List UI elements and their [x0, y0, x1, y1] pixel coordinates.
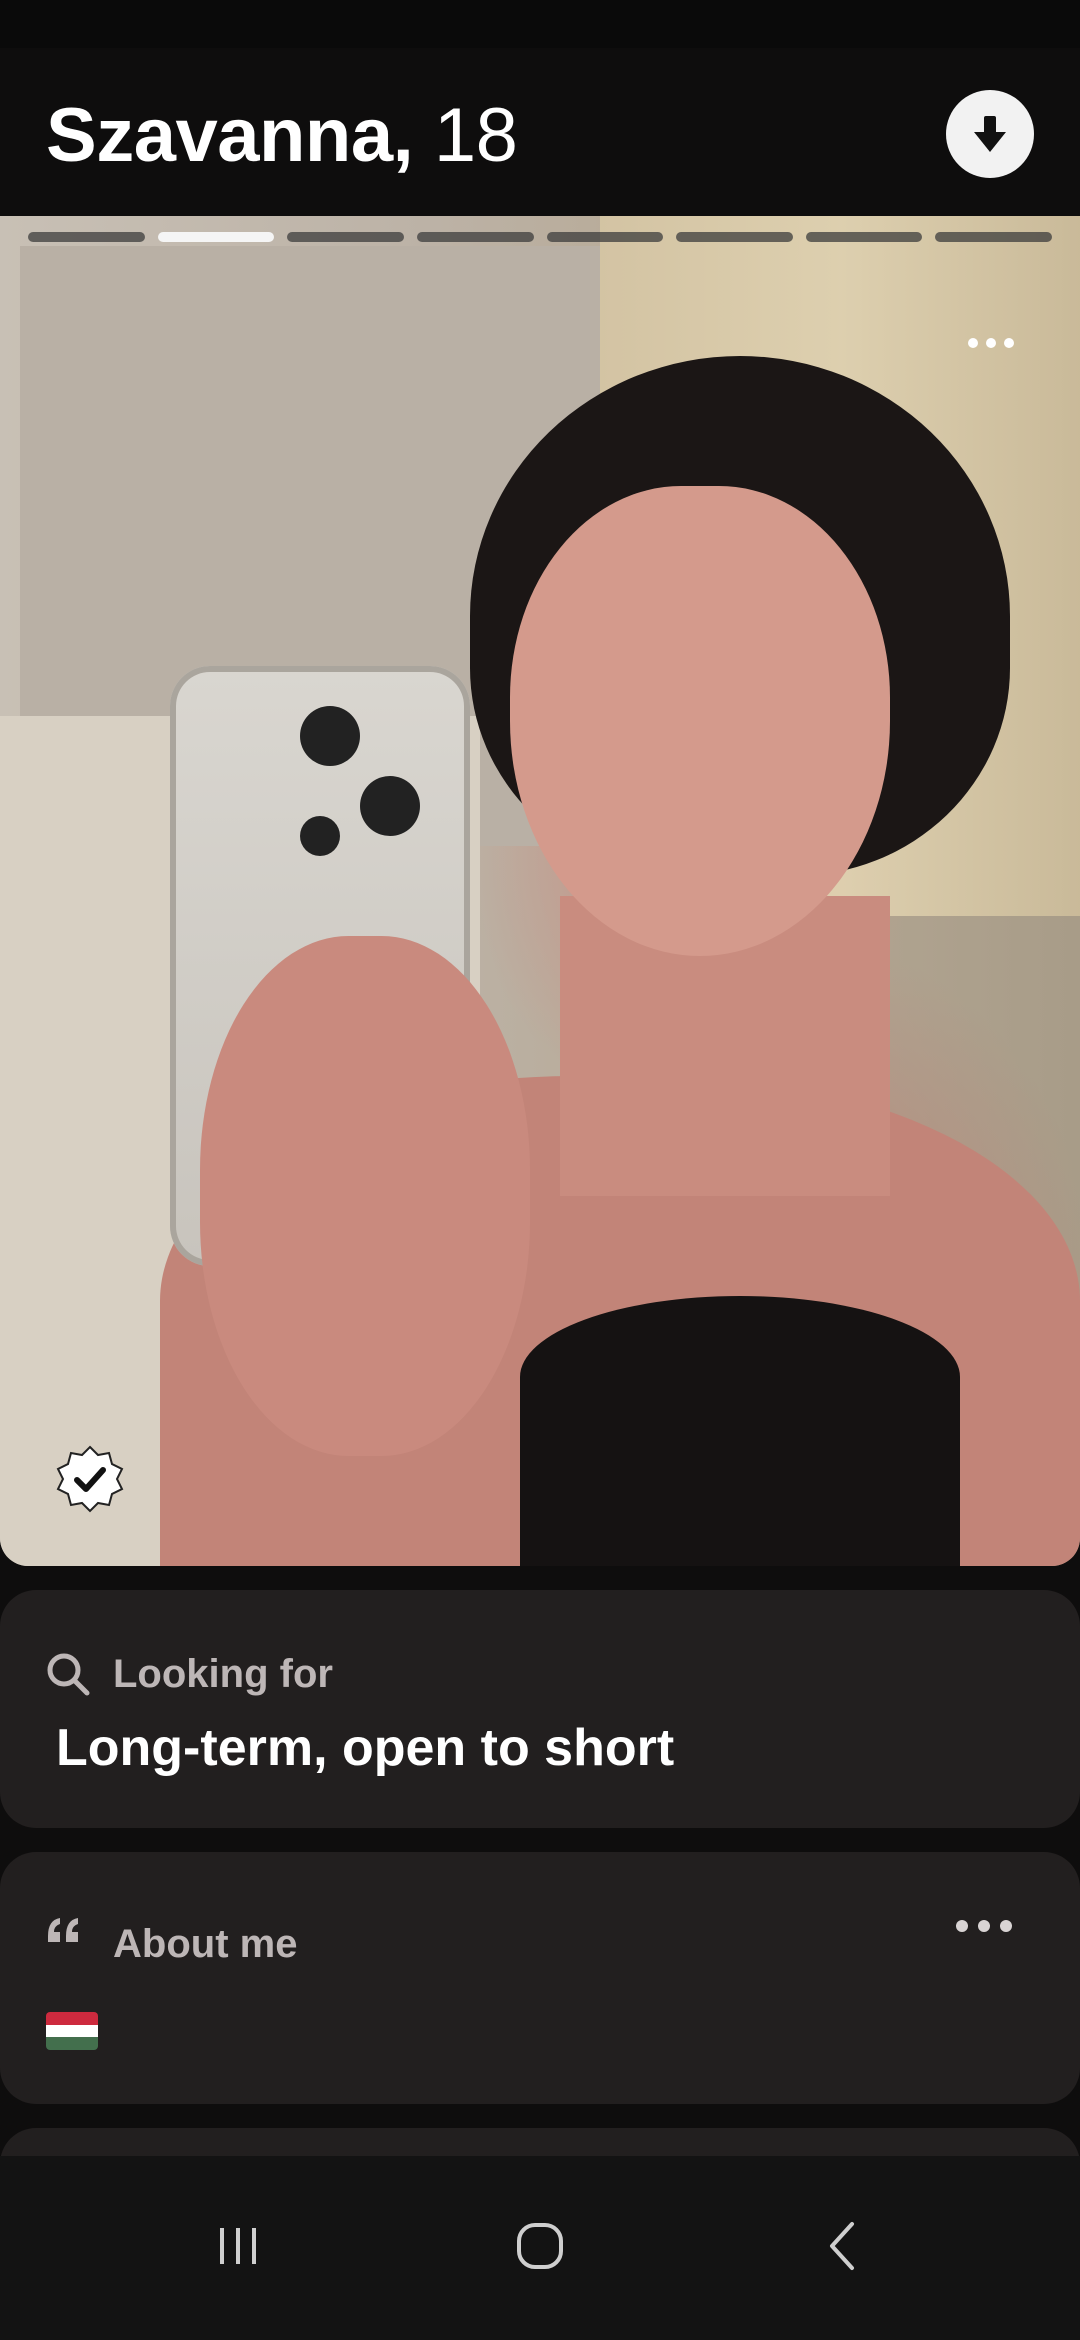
- profile-age: 18: [433, 93, 518, 178]
- about-me-label: About me: [113, 1922, 298, 1966]
- recents-icon: [220, 2228, 256, 2264]
- photo-clothing: [520, 1296, 960, 1566]
- photo-progress-segment[interactable]: [287, 232, 404, 242]
- photo-progress-segment[interactable]: [935, 232, 1052, 242]
- verified-badge-icon[interactable]: [56, 1445, 124, 1513]
- photo-face: [510, 486, 890, 956]
- photo-progress-segment[interactable]: [416, 232, 534, 242]
- status-bar: [0, 0, 1080, 48]
- about-me-card: About me: [0, 1852, 1080, 2104]
- photo-progress-segment[interactable]: [157, 232, 275, 242]
- arrow-down-icon: [974, 116, 1006, 152]
- photo-progress-segment[interactable]: [676, 232, 793, 242]
- looking-for-card: Looking for Long-term, open to short: [0, 1590, 1080, 1828]
- collapse-profile-button[interactable]: [946, 90, 1034, 178]
- looking-for-value: Long-term, open to short: [56, 1719, 675, 1777]
- nav-back-button[interactable]: [792, 2196, 892, 2296]
- photo-progress-segment[interactable]: [805, 232, 923, 242]
- photo-progress-bars: [28, 232, 1052, 244]
- system-nav-bar: [0, 2156, 1080, 2340]
- photo-progress-segment[interactable]: [28, 232, 145, 242]
- profile-photo[interactable]: [0, 216, 1080, 1566]
- back-icon: [830, 2222, 854, 2270]
- profile-name-age: Szavanna, 18: [46, 98, 518, 174]
- quote-icon: [48, 1918, 78, 1942]
- home-icon: [517, 2223, 563, 2269]
- about-me-more-button[interactable]: [956, 1920, 1012, 1932]
- more-horizontal-icon: [968, 338, 978, 348]
- profile-header: Szavanna, 18: [0, 48, 1080, 216]
- photo-progress-segment[interactable]: [546, 232, 664, 242]
- profile-name: Szavanna,: [46, 93, 414, 178]
- photo-more-button[interactable]: [968, 338, 1014, 348]
- more-horizontal-icon: [956, 1920, 968, 1932]
- nav-recents-button[interactable]: [188, 2196, 288, 2296]
- nav-home-button[interactable]: [490, 2196, 590, 2296]
- hungary-flag-icon: [46, 2012, 98, 2050]
- photo-hand: [200, 936, 530, 1456]
- looking-for-label: Looking for: [113, 1652, 333, 1696]
- search-icon: [47, 1653, 90, 1696]
